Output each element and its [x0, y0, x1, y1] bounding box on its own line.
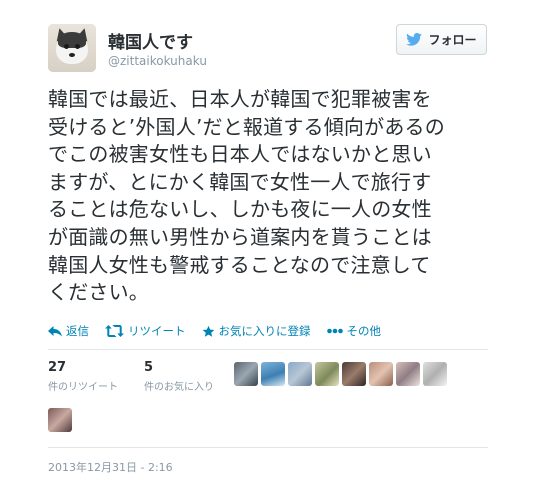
tweet-line: ください。 [48, 280, 149, 305]
favorite-label: お気に入りに登録 [218, 324, 311, 338]
tweet-line: が面識の無い男性から道案内を貰うことは [48, 224, 432, 249]
tweet-timestamp[interactable]: 2013年12月31日 - 2:16 [48, 459, 173, 475]
retweeter-avatars [234, 362, 447, 386]
tweet-line: でこの被害女性も日本人ではないかと思い [48, 142, 432, 167]
retweeter-avatar[interactable] [315, 362, 339, 386]
follow-button[interactable]: フォロー [396, 24, 487, 55]
user-avatar[interactable] [48, 24, 96, 72]
retweet-stat[interactable]: 27 件のリツイート [48, 360, 118, 393]
reply-label: 返信 [66, 324, 89, 338]
favorite-count-label: 件のお気に入り [144, 382, 214, 393]
follow-button-label: フォロー [428, 33, 477, 47]
favorite-count: 5 [144, 360, 154, 375]
tweet-line: 受けると’外国人’だと報道する傾向があるの [48, 114, 445, 139]
reply-button[interactable]: 返信 [48, 323, 89, 339]
retweet-button[interactable]: リツイート [105, 323, 186, 339]
retweeter-avatar[interactable] [261, 362, 285, 386]
retweeter-avatar[interactable] [369, 362, 393, 386]
star-icon [202, 325, 215, 338]
tweet-actions: 返信 リツイート お気に入りに登録 その他 [48, 322, 397, 340]
retweet-count-label: 件のリツイート [48, 382, 118, 393]
retweeter-avatar[interactable] [234, 362, 258, 386]
tweet-card: 韓国人です @zittaikokuhaku フォロー 韓国では最近、日本人が韓国… [0, 0, 536, 503]
tweet-line: 韓国では最近、日本人が韓国で犯罪被害を [48, 87, 432, 111]
tweet-line: 韓国人女性も警戒することなので注意して [48, 252, 431, 277]
retweet-count: 27 [48, 360, 67, 375]
retweeter-avatar[interactable] [423, 362, 447, 386]
retweeter-avatar[interactable] [342, 362, 366, 386]
retweet-label: リツイート [128, 324, 186, 338]
twitter-bird-icon [406, 33, 423, 46]
screen-name[interactable]: @zittaikokuhaku [108, 54, 207, 68]
reply-icon [48, 325, 62, 337]
tweet-line: ますが、とにかく韓国で女性一人で旅行す [48, 169, 432, 194]
divider [48, 349, 488, 350]
retweet-icon [105, 325, 124, 337]
tweet-line: ることは危ないし、しかも夜に一人の女性 [48, 197, 432, 222]
retweeter-avatar[interactable] [288, 362, 312, 386]
favorite-stat[interactable]: 5 件のお気に入り [144, 360, 214, 393]
retweeter-avatar[interactable] [396, 362, 420, 386]
more-button[interactable]: その他 [326, 323, 382, 339]
more-dots-icon [326, 328, 343, 334]
retweeter-avatar[interactable] [48, 408, 72, 432]
divider [48, 447, 488, 448]
display-name[interactable]: 韓国人です [108, 28, 193, 53]
more-label: その他 [346, 324, 382, 338]
favorite-button[interactable]: お気に入りに登録 [202, 323, 311, 339]
tweet-text: 韓国では最近、日本人が韓国で犯罪被害を 受けると’外国人’だと報道する傾向がある… [48, 86, 488, 307]
